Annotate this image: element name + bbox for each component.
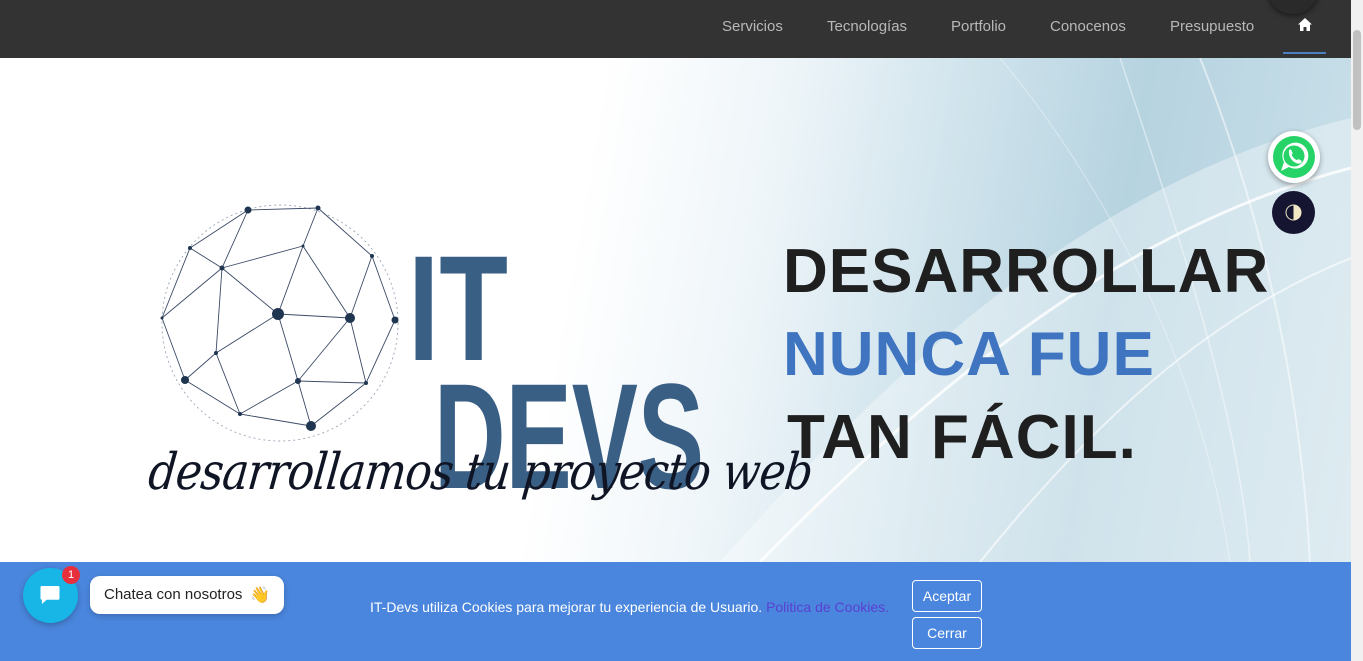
headline-line-3: TAN FÁCIL. xyxy=(787,403,1137,472)
whatsapp-button[interactable] xyxy=(1268,131,1320,183)
nav-link-conocenos[interactable]: Conocenos xyxy=(1050,18,1126,35)
chat-bubble-icon xyxy=(40,585,60,604)
cookie-message-wrap: IT-Devs utiliza Cookies para mejorar tu … xyxy=(370,599,889,615)
contrast-icon xyxy=(1285,204,1302,221)
top-navbar: Servicios Tecnologías Portfolio Conoceno… xyxy=(0,0,1351,58)
home-icon xyxy=(1298,18,1312,31)
cookie-message: IT-Devs utiliza Cookies para mejorar tu … xyxy=(370,599,763,615)
cookie-policy-link[interactable]: Politica de Cookies. xyxy=(766,599,889,615)
whatsapp-icon xyxy=(1273,136,1315,178)
hero-banner: IT DEVS desarrollamos tu proyecto web DE… xyxy=(0,58,1351,562)
waving-hand-icon: 👋 xyxy=(250,587,270,604)
theme-toggle-button[interactable] xyxy=(1272,191,1315,234)
chat-greeting-text: Chatea con nosotros xyxy=(104,586,243,603)
nav-link-servicios[interactable]: Servicios xyxy=(722,18,783,35)
hero-headline: DESARROLLAR NUNCA FUE TAN FÁCIL. xyxy=(783,230,1269,479)
page-scrollbar[interactable] xyxy=(1351,0,1363,661)
nav-link-presupuesto[interactable]: Presupuesto xyxy=(1170,18,1254,35)
nav-link-portfolio[interactable]: Portfolio xyxy=(951,18,1006,35)
headline-line-1: DESARROLLAR xyxy=(783,237,1270,306)
chat-unread-badge: 1 xyxy=(62,566,80,584)
chat-greeting-bubble[interactable]: Chatea con nosotros 👋 xyxy=(90,576,284,614)
cookie-close-button[interactable]: Cerrar xyxy=(912,617,982,649)
nav-link-tecnologias[interactable]: Tecnologías xyxy=(827,18,907,35)
cookie-accept-button[interactable]: Aceptar xyxy=(912,580,982,612)
headline-line-2: NUNCA FUE xyxy=(783,320,1155,389)
scrollbar-thumb[interactable] xyxy=(1353,30,1361,130)
hero-tagline: desarrollamos tu proyecto web xyxy=(145,443,815,502)
